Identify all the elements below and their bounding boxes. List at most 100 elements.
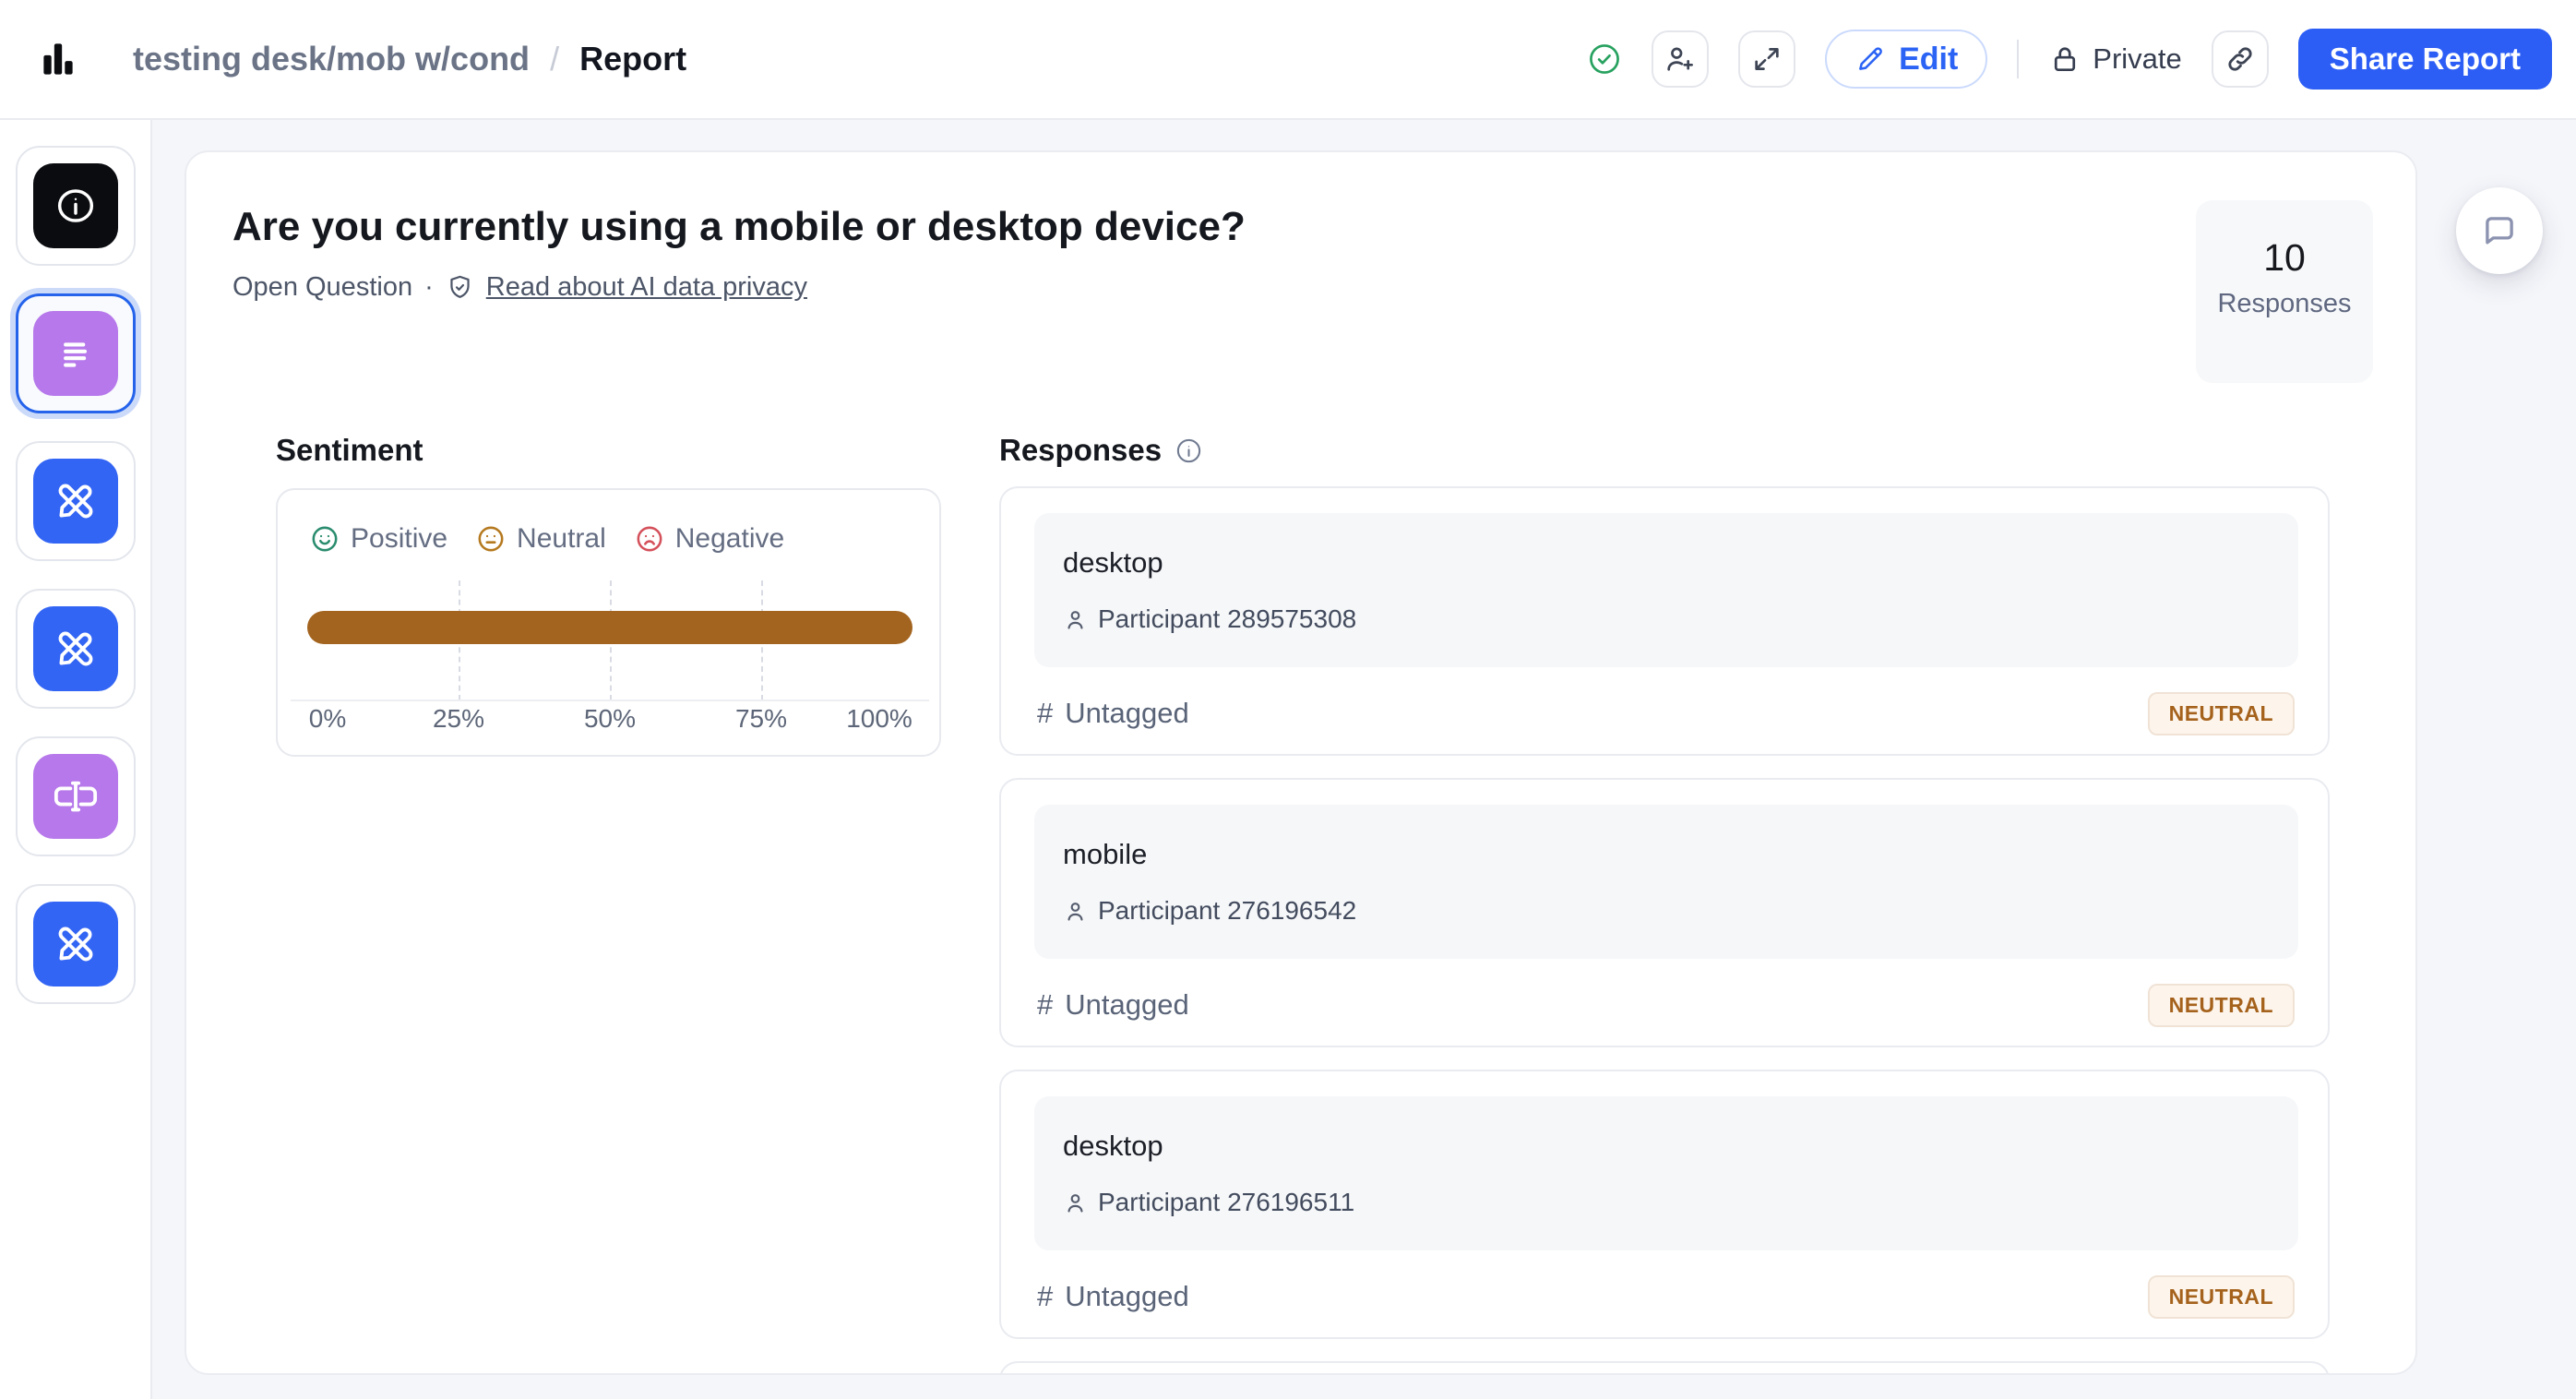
- response-card: desktop Participant 289575308 # Untagged…: [999, 486, 2330, 756]
- sidebar-item-open-question[interactable]: [16, 293, 136, 413]
- blocks-sidebar: [0, 120, 152, 1399]
- question-title: Are you currently using a mobile or desk…: [233, 204, 1246, 250]
- invite-members-button[interactable]: [1652, 30, 1709, 88]
- crossed-pencil-icon: [33, 902, 118, 986]
- x-tick-0: 0%: [309, 704, 346, 734]
- x-tick-75: 75%: [735, 704, 787, 734]
- response-card: mobile Participant 276196542 # Untagged …: [999, 778, 2330, 1047]
- sidebar-item-logic-block-1[interactable]: [16, 441, 136, 561]
- response-answer: mobile: [1063, 838, 1147, 871]
- legend-label-positive: Positive: [351, 523, 447, 555]
- breadcrumb-page: Report: [579, 40, 686, 78]
- privacy-status-label: Private: [2093, 42, 2181, 76]
- breadcrumb: testing desk/mob w/cond / Report: [133, 40, 686, 78]
- person-icon: [1063, 607, 1088, 632]
- sentiment-badge[interactable]: NEUTRAL: [2148, 692, 2295, 735]
- legend-label-negative: Negative: [675, 523, 784, 555]
- ai-privacy-link[interactable]: Read about AI data privacy: [486, 272, 807, 303]
- smiley-neutral-icon: [475, 523, 507, 555]
- tag-control[interactable]: # Untagged: [1037, 988, 1189, 1022]
- response-participant: Participant 276196511: [1063, 1188, 1354, 1217]
- share-report-button[interactable]: Share Report: [2298, 29, 2552, 90]
- chat-bubble-icon: [2480, 211, 2519, 250]
- sentiment-bar: [307, 611, 912, 644]
- chart-baseline: [291, 700, 929, 701]
- user-plus-icon: [1664, 42, 1697, 76]
- info-icon: [33, 163, 118, 248]
- info-circle-icon[interactable]: [1175, 436, 1203, 465]
- person-icon: [1063, 899, 1088, 924]
- response-answer-box: desktop Participant 276196511: [1034, 1096, 2298, 1250]
- tag-control[interactable]: # Untagged: [1037, 697, 1189, 730]
- x-tick-100: 100%: [846, 704, 912, 734]
- pencil-icon: [1854, 43, 1886, 75]
- sentiment-chart-card: Positive Neutral: [276, 488, 941, 757]
- app-logo-icon[interactable]: [35, 36, 81, 82]
- feedback-chat-button[interactable]: [2456, 187, 2543, 274]
- sentiment-badge-label: NEUTRAL: [2169, 701, 2273, 726]
- sidebar-item-logic-block-2[interactable]: [16, 589, 136, 709]
- person-icon: [1063, 1190, 1088, 1215]
- participant-label: Participant 276196542: [1098, 896, 1356, 926]
- sidebar-item-logic-block-3[interactable]: [16, 884, 136, 1004]
- responses-heading-label: Responses: [999, 433, 1162, 468]
- legend-label-neutral: Neutral: [517, 523, 606, 555]
- sidebar-item-input-field[interactable]: [16, 736, 136, 856]
- share-report-label: Share Report: [2330, 42, 2521, 77]
- legend-item-positive: Positive: [309, 523, 447, 555]
- sentiment-section-heading: Sentiment: [276, 433, 423, 468]
- x-tick-25: 25%: [433, 704, 484, 734]
- shield-check-icon: [446, 273, 474, 302]
- sentiment-badge-label: NEUTRAL: [2169, 993, 2273, 1018]
- participant-label: Participant 276196511: [1098, 1188, 1354, 1217]
- responses-count-value: 10: [2263, 236, 2306, 280]
- tag-label: Untagged: [1065, 988, 1188, 1022]
- response-card: desktop Participant 276196511 # Untagged…: [999, 1070, 2330, 1339]
- privacy-status: Private: [2048, 42, 2181, 76]
- sentiment-badge[interactable]: NEUTRAL: [2148, 984, 2295, 1027]
- tag-label: Untagged: [1065, 1280, 1188, 1313]
- edit-button-label: Edit: [1899, 42, 1958, 78]
- tag-label: Untagged: [1065, 697, 1188, 730]
- response-participant: Participant 289575308: [1063, 604, 1356, 634]
- smiley-negative-icon: [634, 523, 665, 555]
- response-answer: desktop: [1063, 546, 1163, 580]
- responses-count-label: Responses: [2217, 289, 2351, 319]
- smiley-positive-icon: [309, 523, 340, 555]
- legend-item-neutral: Neutral: [475, 523, 606, 555]
- breadcrumb-project[interactable]: testing desk/mob w/cond: [133, 40, 530, 78]
- input-field-icon: [33, 754, 118, 839]
- legend-item-negative: Negative: [634, 523, 784, 555]
- response-answer-box: mobile Participant 276196542: [1034, 805, 2298, 959]
- hash-icon: #: [1037, 697, 1053, 730]
- expand-arrows-icon: [1751, 43, 1783, 75]
- participant-label: Participant 289575308: [1098, 604, 1356, 634]
- report-question-card: Are you currently using a mobile or desk…: [185, 150, 2417, 1375]
- subtitle-dot: ·: [424, 272, 434, 303]
- responses-count-box: 10 Responses: [2196, 200, 2373, 383]
- sentiment-badge-label: NEUTRAL: [2169, 1285, 2273, 1309]
- response-answer-box: desktop Participant 289575308: [1034, 513, 2298, 667]
- sentiment-badge[interactable]: NEUTRAL: [2148, 1275, 2295, 1319]
- link-icon: [2224, 42, 2257, 76]
- top-bar: testing desk/mob w/cond / Report: [0, 0, 2576, 120]
- edit-button[interactable]: Edit: [1825, 30, 1987, 89]
- hash-icon: #: [1037, 988, 1053, 1022]
- response-answer: desktop: [1063, 1130, 1163, 1163]
- question-type-label: Open Question: [233, 272, 412, 303]
- x-tick-50: 50%: [584, 704, 636, 734]
- copy-link-button[interactable]: [2212, 30, 2269, 88]
- tag-control[interactable]: # Untagged: [1037, 1280, 1189, 1313]
- sidebar-item-info-block[interactable]: [16, 146, 136, 266]
- saved-check-icon: [1587, 42, 1622, 77]
- responses-section-heading: Responses: [999, 433, 1203, 468]
- breadcrumb-separator: /: [550, 40, 559, 78]
- sentiment-heading-label: Sentiment: [276, 433, 423, 468]
- hash-icon: #: [1037, 1280, 1053, 1313]
- text-lines-icon: [33, 311, 118, 396]
- expand-fullscreen-button[interactable]: [1738, 30, 1795, 88]
- crossed-pencil-icon: [33, 606, 118, 691]
- response-participant: Participant 276196542: [1063, 896, 1356, 926]
- sentiment-bar-chart: 0% 25% 50% 75% 100%: [307, 580, 912, 737]
- crossed-pencil-icon: [33, 459, 118, 544]
